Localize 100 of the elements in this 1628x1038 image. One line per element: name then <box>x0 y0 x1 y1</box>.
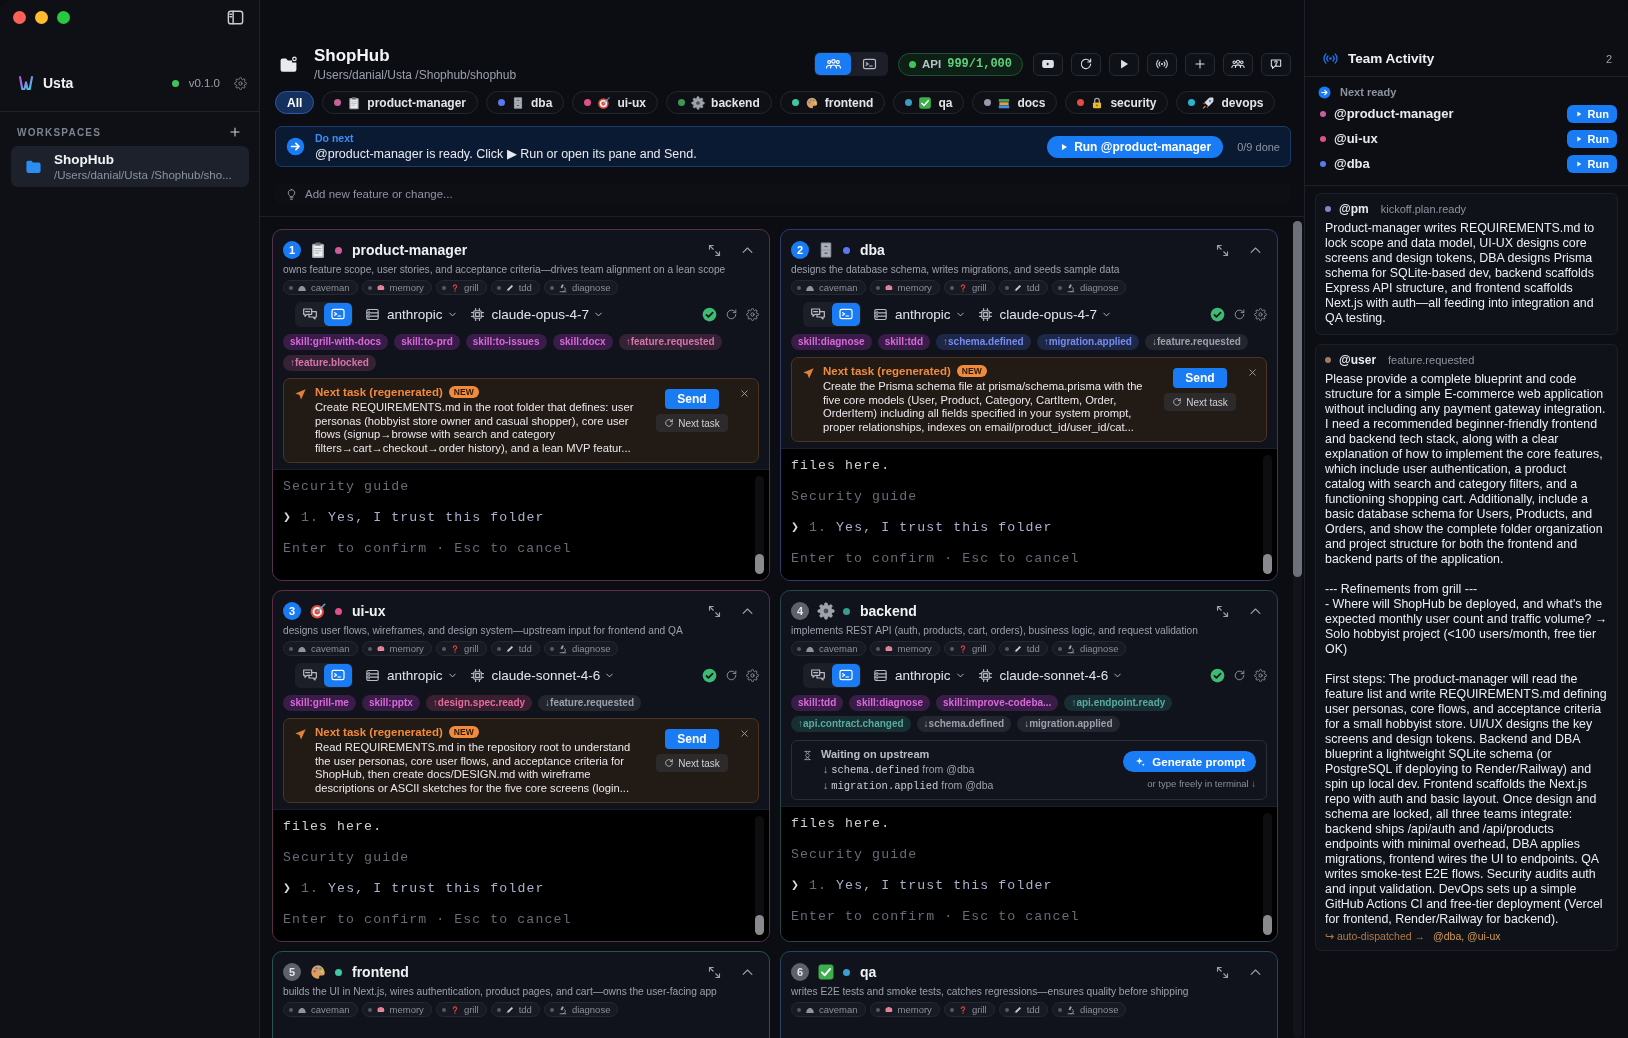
skill-toggle-chip[interactable]: memory <box>361 1002 432 1017</box>
skill-toggle-chip[interactable]: memory <box>869 1002 940 1017</box>
skill-toggle-chip[interactable]: diagnose <box>543 1002 619 1017</box>
team-button[interactable] <box>1223 52 1253 76</box>
skill-toggle-chip[interactable]: tdd <box>490 1002 540 1017</box>
help-button[interactable] <box>1261 52 1291 76</box>
skill-toggle-chip[interactable]: grill <box>943 641 995 656</box>
terminal-view-button[interactable] <box>324 302 352 326</box>
skill-toggle-chip[interactable]: grill <box>435 280 487 295</box>
skill-toggle-chip[interactable]: tdd <box>998 1002 1048 1017</box>
close-icon[interactable] <box>1247 367 1258 378</box>
filter-tab[interactable]: All <box>275 91 315 114</box>
terminal-pane[interactable]: files here. Security guide ❯ 1. Yes, I trust this folder Enter to confirm · Esc to cancel <box>781 448 1277 580</box>
filter-tab[interactable]: backend <box>666 91 772 114</box>
expand-icon[interactable] <box>707 603 722 619</box>
minimize-button[interactable] <box>35 10 48 24</box>
generate-prompt-button[interactable]: Generate prompt <box>1123 751 1256 772</box>
expand-icon[interactable] <box>1215 603 1230 619</box>
refresh-icon[interactable] <box>1233 668 1246 682</box>
skill-toggle-chip[interactable]: grill <box>435 641 487 656</box>
model-dropdown[interactable]: claude-opus-4-7 <box>977 306 1113 322</box>
send-button[interactable]: Send <box>665 389 719 409</box>
skill-toggle-chip[interactable]: caveman <box>283 641 358 656</box>
settings-icon[interactable] <box>234 76 247 90</box>
scrollbar[interactable] <box>755 476 764 574</box>
terminal-pane[interactable]: Security guide ❯ 1. Yes, I trust this folder Enter to confirm · Esc to cancel <box>273 469 769 580</box>
provider-dropdown[interactable]: anthropic <box>873 306 966 322</box>
run-button[interactable]: Run <box>1566 154 1617 173</box>
broadcast-button[interactable] <box>1147 52 1177 76</box>
maximize-button[interactable] <box>57 10 70 24</box>
skill-toggle-chip[interactable]: diagnose <box>1051 280 1127 295</box>
add-button[interactable] <box>1185 52 1215 76</box>
skill-toggle-chip[interactable]: memory <box>361 280 432 295</box>
next-task-button[interactable]: Next task <box>656 754 728 772</box>
filter-tab[interactable]: security <box>1065 91 1169 114</box>
provider-dropdown[interactable]: anthropic <box>873 667 966 683</box>
terminal-view-button[interactable] <box>832 302 860 326</box>
scrollbar[interactable] <box>1263 813 1272 935</box>
filter-tab[interactable]: docs <box>972 91 1058 114</box>
skill-toggle-chip[interactable]: caveman <box>283 1002 358 1017</box>
filter-tab[interactable]: devops <box>1176 91 1276 114</box>
filter-tab[interactable]: product-manager <box>322 91 479 114</box>
settings-icon[interactable] <box>746 307 759 321</box>
skill-toggle-chip[interactable]: tdd <box>490 641 540 656</box>
skill-toggle-chip[interactable]: diagnose <box>543 641 619 656</box>
model-dropdown[interactable]: claude-sonnet-4-6 <box>977 667 1124 683</box>
scrollbar[interactable] <box>1263 455 1272 574</box>
terminal-pane[interactable]: files here. Security guide ❯ 1. Yes, I trust this folder Enter to confirm · Esc to cancel <box>273 809 769 941</box>
refresh-icon[interactable] <box>1233 307 1246 321</box>
skill-toggle-chip[interactable]: grill <box>943 280 995 295</box>
provider-dropdown[interactable]: anthropic <box>365 667 458 683</box>
skill-toggle-chip[interactable]: memory <box>361 641 432 656</box>
close-button[interactable] <box>13 10 26 24</box>
send-button[interactable]: Send <box>1173 368 1227 388</box>
skill-toggle-chip[interactable]: diagnose <box>543 280 619 295</box>
skill-toggle-chip[interactable]: tdd <box>490 280 540 295</box>
filter-tab[interactable]: ui-ux <box>572 91 659 114</box>
settings-icon[interactable] <box>1254 307 1267 321</box>
video-button[interactable] <box>1033 52 1063 76</box>
terminal-pane[interactable]: files here. Security guide ❯ 1. Yes, I trust this folder Enter to confirm · Esc to cancel <box>781 806 1277 941</box>
add-icon[interactable] <box>228 125 242 139</box>
expand-icon[interactable] <box>707 242 722 258</box>
terminal-view-button[interactable] <box>832 663 860 687</box>
close-icon[interactable] <box>739 388 750 399</box>
run-button[interactable]: Run <box>1566 104 1617 123</box>
skill-toggle-chip[interactable]: caveman <box>791 1002 866 1017</box>
refresh-button[interactable] <box>1071 52 1101 76</box>
expand-icon[interactable] <box>1215 242 1230 258</box>
run-button[interactable]: Run <box>1566 129 1617 148</box>
terminal-view-button[interactable] <box>324 663 352 687</box>
next-task-button[interactable]: Next task <box>1164 393 1236 411</box>
expand-icon[interactable] <box>707 964 722 980</box>
skill-toggle-chip[interactable]: caveman <box>791 641 866 656</box>
settings-icon[interactable] <box>746 668 759 682</box>
skill-toggle-chip[interactable]: diagnose <box>1051 641 1127 656</box>
skill-toggle-chip[interactable]: grill <box>943 1002 995 1017</box>
skill-toggle-chip[interactable]: caveman <box>791 280 866 295</box>
sidebar-toggle-icon[interactable] <box>226 7 245 27</box>
next-task-button[interactable]: Next task <box>656 414 728 432</box>
filter-tab[interactable]: qa <box>893 91 965 114</box>
run-button[interactable] <box>1109 52 1139 76</box>
model-dropdown[interactable]: claude-sonnet-4-6 <box>469 667 616 683</box>
skill-toggle-chip[interactable]: caveman <box>283 280 358 295</box>
send-button[interactable]: Send <box>665 729 719 749</box>
skill-toggle-chip[interactable]: grill <box>435 1002 487 1017</box>
model-dropdown[interactable]: claude-opus-4-7 <box>469 306 605 322</box>
filter-tab[interactable]: dba <box>486 91 565 114</box>
run-button[interactable]: Run @product-manager <box>1047 135 1224 158</box>
workspace-item[interactable]: ShopHub /Users/danial/Usta /Shophub/sho... <box>11 146 249 187</box>
skill-toggle-chip[interactable]: memory <box>869 280 940 295</box>
refresh-icon[interactable] <box>725 668 738 682</box>
skill-toggle-chip[interactable]: tdd <box>998 641 1048 656</box>
provider-dropdown[interactable]: anthropic <box>365 306 458 322</box>
close-icon[interactable] <box>739 728 750 739</box>
filter-tab[interactable]: frontend <box>779 91 886 114</box>
scrollbar[interactable] <box>1293 221 1302 1038</box>
expand-icon[interactable] <box>1215 964 1230 980</box>
skill-toggle-chip[interactable]: memory <box>869 641 940 656</box>
team-view-button[interactable] <box>815 53 851 75</box>
skill-toggle-chip[interactable]: diagnose <box>1051 1002 1127 1017</box>
